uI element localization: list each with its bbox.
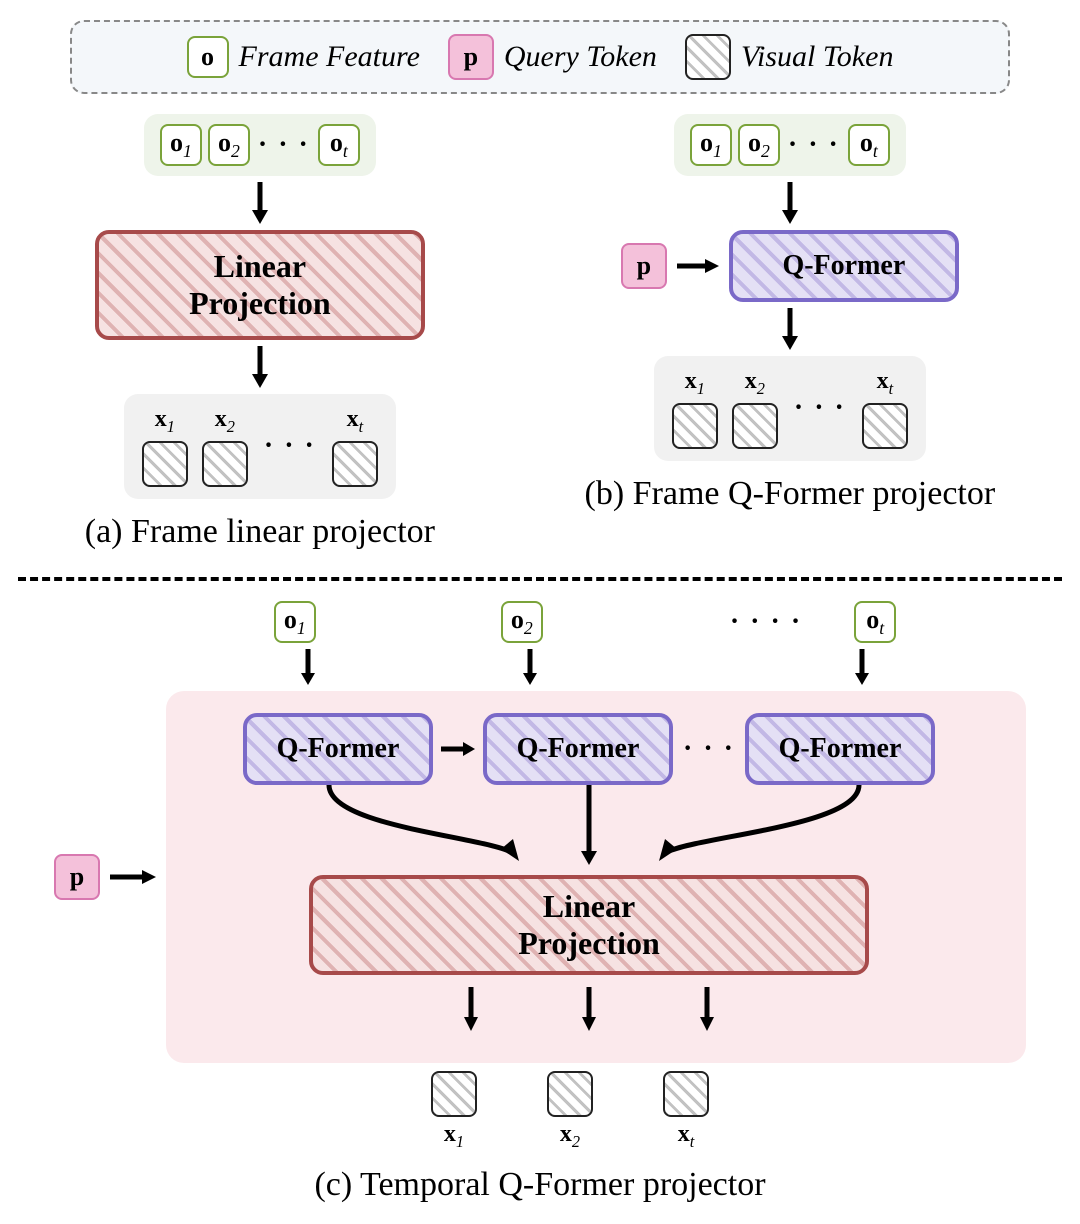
block-label: Q-Former — [277, 733, 400, 765]
qformer-row: Q-Former Q-Former · · · Q-Former — [182, 713, 996, 785]
visual-token: x1 — [142, 406, 188, 487]
panel-a-inputs: o1 o2 · · · ot — [144, 114, 376, 176]
block-label: LinearProjection — [518, 888, 660, 962]
arrow-down-icon — [460, 987, 482, 1031]
ellipsis: · · · — [681, 733, 737, 765]
visual-token: xt — [862, 368, 908, 449]
frame-feature-icon: ot — [854, 601, 896, 643]
visual-token-icon — [142, 441, 188, 487]
ellipsis: · · · — [786, 129, 842, 161]
arrow-down-icon — [297, 649, 319, 685]
qformer-block: Q-Former — [243, 713, 433, 785]
query-token-icon: p — [621, 243, 667, 289]
legend-query-token: p Query Token — [448, 34, 657, 80]
visual-token-icon — [732, 403, 778, 449]
panel-c-body: Q-Former Q-Former · · · Q-Former LinearP… — [166, 691, 1026, 1063]
arrow-down-icon — [578, 987, 600, 1031]
panel-b: o1 o2 · · · ot p Q-Former x1 x2 · · · xt… — [585, 114, 996, 513]
frame-feature-icon: ot — [318, 124, 360, 166]
visual-token-icon — [332, 441, 378, 487]
arrow-down-icon — [696, 987, 718, 1031]
frame-feature-icon: o1 — [274, 601, 316, 643]
divider — [18, 577, 1062, 581]
panel-c-main: p Q-Former Q-Former · · · Q-Former — [54, 691, 1026, 1063]
arrow-down-icon — [778, 308, 802, 350]
ellipsis: · · · · — [728, 606, 804, 638]
arrow-down-icon — [248, 182, 272, 224]
frame-feature-icon: o2 — [208, 124, 250, 166]
panel-b-caption: (b) Frame Q-Former projector — [585, 475, 996, 513]
linear-projection-block: LinearProjection — [95, 230, 425, 340]
ellipsis: · · · — [256, 129, 312, 161]
arrow-right-icon — [441, 739, 475, 759]
legend-frame-feature-label: Frame Feature — [239, 40, 420, 74]
panel-c-inputs: o1 o2 · · · · ot — [274, 601, 896, 643]
frame-feature-icon: o2 — [738, 124, 780, 166]
panel-b-qformer-row: p Q-Former — [621, 230, 959, 302]
arrow-down-icon — [851, 649, 873, 685]
visual-token: xt — [332, 406, 378, 487]
visual-token-icon — [685, 34, 731, 80]
panel-c-output-arrows — [460, 981, 718, 1037]
panel-c-caption: (c) Temporal Q-Former projector — [314, 1166, 765, 1204]
block-label: Q-Former — [517, 733, 640, 765]
legend-frame-feature: o Frame Feature — [187, 36, 420, 78]
visual-token: x1 — [431, 1071, 477, 1152]
ellipsis: · · · — [792, 392, 848, 424]
block-label: LinearProjection — [189, 248, 331, 322]
visual-token: x2 — [732, 368, 778, 449]
panel-a-outputs: x1 x2 · · · xt — [124, 394, 396, 499]
query-token-icon: p — [448, 34, 494, 80]
panel-a-caption: (a) Frame linear projector — [85, 513, 435, 551]
visual-token-icon — [663, 1071, 709, 1117]
visual-token-icon — [431, 1071, 477, 1117]
qformer-block: Q-Former — [483, 713, 673, 785]
qformer-block: Q-Former — [729, 230, 959, 302]
arrow-right-icon — [677, 256, 719, 276]
legend-query-token-label: Query Token — [504, 40, 657, 74]
arrow-down-icon — [519, 649, 541, 685]
panel-a: o1 o2 · · · ot LinearProjection x1 x2 · … — [85, 114, 435, 551]
converging-arrows — [209, 785, 969, 875]
legend-visual-token: Visual Token — [685, 34, 894, 80]
visual-token-icon — [202, 441, 248, 487]
linear-projection-block: LinearProjection — [309, 875, 869, 975]
qformer-block: Q-Former — [745, 713, 935, 785]
panel-c-outputs: x1 x2 xt — [431, 1071, 709, 1152]
query-token-icon: p — [54, 854, 100, 900]
top-row: o1 o2 · · · ot LinearProjection x1 x2 · … — [10, 114, 1070, 551]
arrow-down-icon — [248, 346, 272, 388]
legend: o Frame Feature p Query Token Visual Tok… — [70, 20, 1010, 94]
visual-token: x2 — [547, 1071, 593, 1152]
panel-b-outputs: x1 x2 · · · xt — [654, 356, 926, 461]
frame-feature-icon: o2 — [501, 601, 543, 643]
frame-feature-icon: ot — [848, 124, 890, 166]
visual-token-icon — [862, 403, 908, 449]
legend-visual-token-label: Visual Token — [741, 40, 894, 74]
ellipsis: · · · — [262, 430, 318, 462]
frame-feature-icon: o — [187, 36, 229, 78]
panel-c: o1 o2 · · · · ot p Q-Former Q-Former · ·… — [10, 601, 1070, 1204]
visual-token-icon — [547, 1071, 593, 1117]
panel-c-input-arrows — [297, 643, 873, 691]
block-label: Q-Former — [782, 250, 905, 282]
arrow-down-icon — [778, 182, 802, 224]
visual-token-icon — [672, 403, 718, 449]
arrow-right-icon — [110, 867, 156, 887]
block-label: Q-Former — [779, 733, 902, 765]
visual-token: xt — [663, 1071, 709, 1152]
frame-feature-icon: o1 — [690, 124, 732, 166]
panel-b-inputs: o1 o2 · · · ot — [674, 114, 906, 176]
frame-feature-icon: o1 — [160, 124, 202, 166]
visual-token: x1 — [672, 368, 718, 449]
visual-token: x2 — [202, 406, 248, 487]
